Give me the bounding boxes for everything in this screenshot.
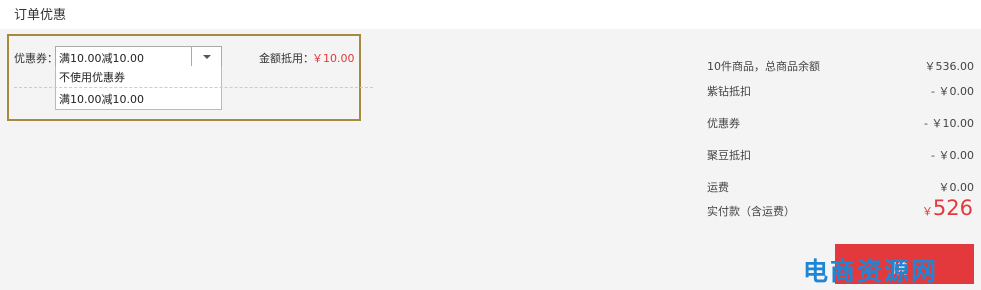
summary-label-diamond: 紫钻抵扣 [707, 85, 751, 98]
total-currency: ￥ [921, 205, 933, 218]
summary-label-beans: 聚豆抵扣 [707, 149, 751, 162]
deduct-amount: ￥10.00 [312, 52, 355, 65]
coupon-option-none[interactable]: 不使用优惠券 [59, 69, 125, 85]
section-title: 订单优惠 [14, 8, 67, 23]
summary-value-diamond: - ￥0.00 [931, 85, 974, 98]
deduct-label: 金额抵用： [259, 52, 314, 65]
coupon-select-toggle[interactable] [191, 47, 221, 66]
coupon-select[interactable]: 满10.00减10.00 [55, 46, 222, 67]
coupon-dropdown: 不使用优惠券 满10.00减10.00 [55, 66, 222, 110]
coupon-option-10-off[interactable]: 满10.00减10.00 [59, 91, 144, 107]
summary-label-shipping: 运费 [707, 181, 729, 194]
summary-value-goods: ￥536.00 [924, 60, 975, 73]
summary-value-beans: - ￥0.00 [931, 149, 974, 162]
summary-label-goods: 10件商品，总商品余额 [707, 60, 820, 73]
divider [14, 87, 373, 88]
total-amount: ￥526 [922, 196, 973, 220]
summary-value-coupon: - ￥10.00 [924, 117, 974, 130]
summary-value-shipping: ￥0.00 [938, 181, 975, 194]
coupon-label: 优惠券： [14, 52, 58, 65]
summary-label-coupon: 优惠券 [707, 117, 740, 130]
total-label: 实付款（含运费） [707, 205, 795, 218]
coupon-select-value: 满10.00减10.00 [59, 52, 144, 65]
chevron-down-icon [203, 55, 211, 59]
watermark-logo: 电商资源网 [803, 257, 939, 286]
total-number: 526 [932, 196, 973, 220]
